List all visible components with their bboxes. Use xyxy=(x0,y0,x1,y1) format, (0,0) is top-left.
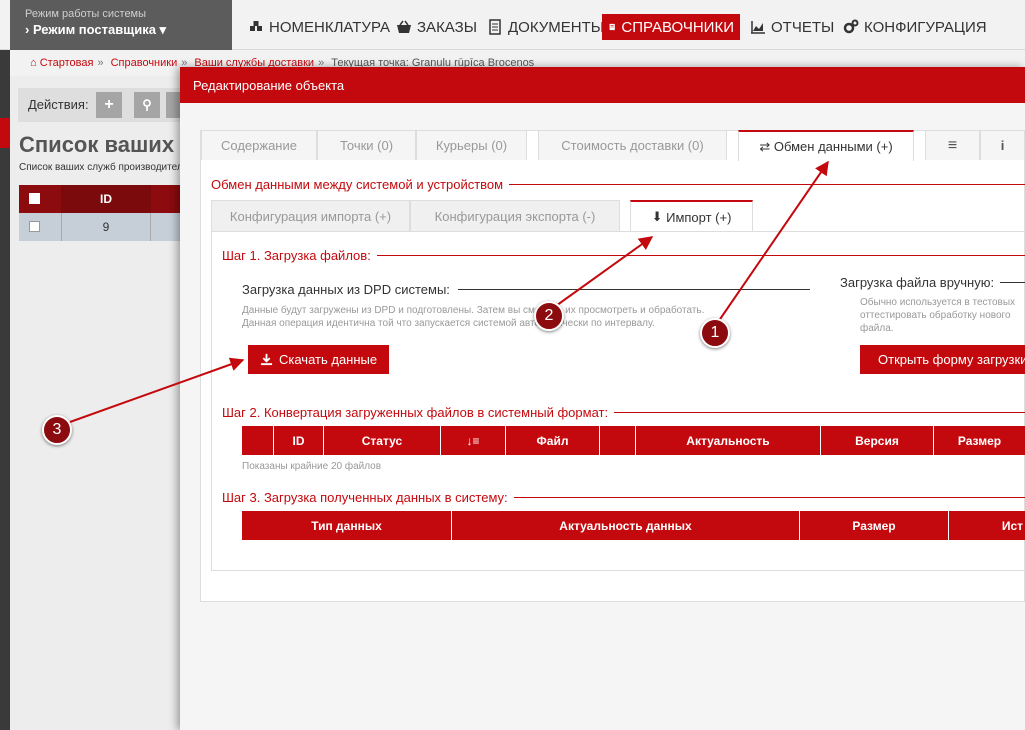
arrow-3 xyxy=(69,357,245,423)
arrow-2 xyxy=(552,236,654,309)
annotation-marker-2: 2 xyxy=(534,301,564,331)
arrow-1 xyxy=(715,160,829,326)
annotation-marker-1: 1 xyxy=(700,318,730,348)
annotation-marker-3: 3 xyxy=(42,415,72,445)
annotation-arrows xyxy=(69,160,829,423)
